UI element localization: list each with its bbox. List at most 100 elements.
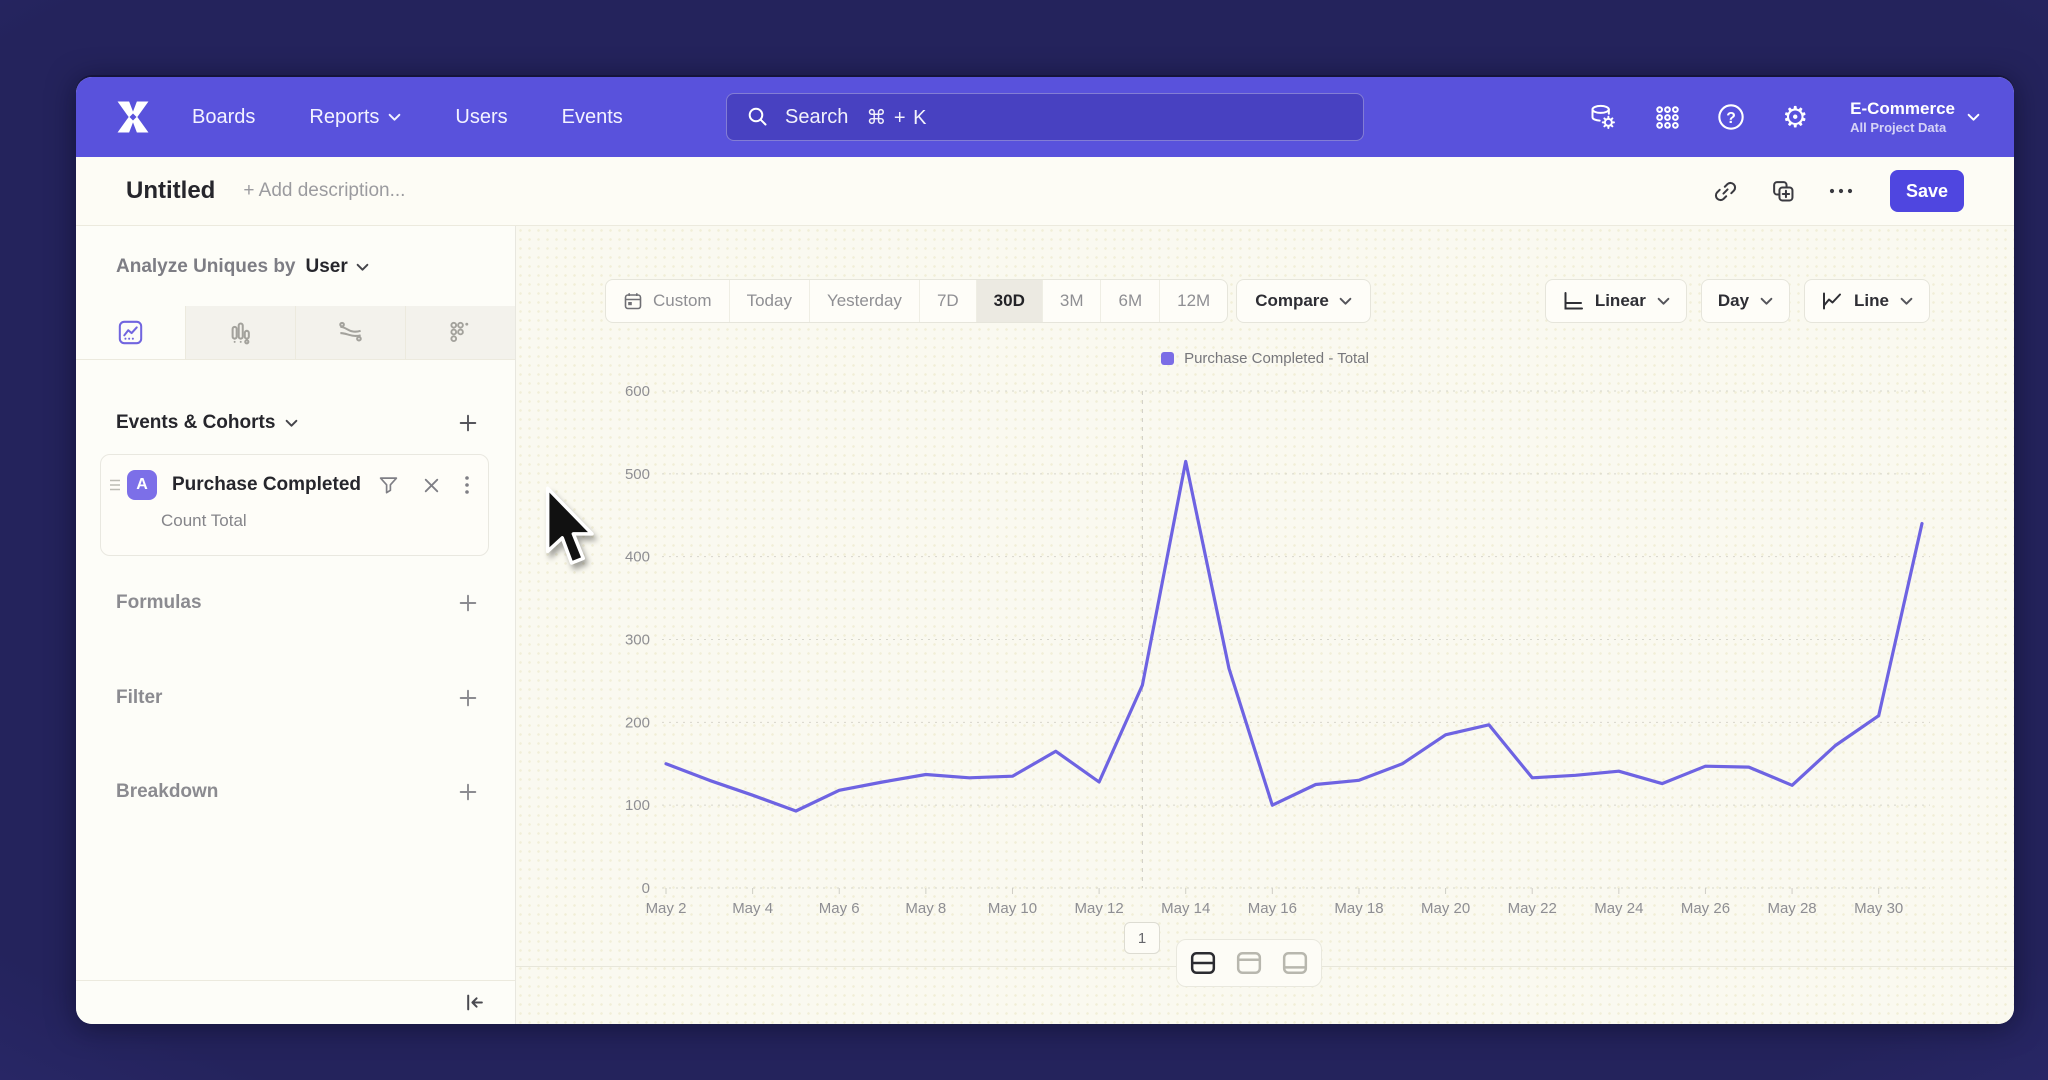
range-30d[interactable]: 30D <box>977 280 1043 322</box>
nav-item-users[interactable]: Users <box>455 106 507 129</box>
svg-text:May 4: May 4 <box>732 900 773 917</box>
nav-item-boards[interactable]: Boards <box>192 106 255 129</box>
nav-item-events[interactable]: Events <box>562 106 623 129</box>
svg-text:May 28: May 28 <box>1767 900 1816 917</box>
range-label: 12M <box>1177 291 1210 311</box>
add-event-button[interactable] <box>459 414 477 432</box>
add-breakdown-button[interactable] <box>459 783 477 801</box>
range-custom[interactable]: Custom <box>606 280 730 322</box>
more-options-icon[interactable] <box>1828 178 1854 204</box>
search-icon <box>747 106 769 128</box>
line-chart-svg: 0100200300400500600May 2May 4May 6May 8M… <box>516 381 2014 926</box>
chart-legend[interactable]: Purchase Completed - Total <box>516 350 2014 367</box>
help-icon[interactable]: ? <box>1716 102 1746 132</box>
layout-top-bar-button[interactable] <box>1228 943 1270 983</box>
analyze-label: Analyze Uniques by <box>116 256 296 278</box>
search-input[interactable]: Search ⌘ + K <box>726 93 1364 141</box>
range-12m[interactable]: 12M <box>1160 280 1227 322</box>
project-name: E-Commerce <box>1850 98 1955 119</box>
project-selector[interactable]: E-Commerce All Project Data <box>1850 98 1980 136</box>
tab-bar-chart[interactable] <box>186 306 296 359</box>
line-type-icon <box>1821 290 1843 312</box>
scale-dropdown[interactable]: Linear <box>1545 279 1687 323</box>
svg-text:May 8: May 8 <box>905 900 946 917</box>
scale-label: Linear <box>1595 291 1646 311</box>
svg-text:May 16: May 16 <box>1248 900 1297 917</box>
svg-text:May 12: May 12 <box>1075 900 1124 917</box>
nav-item-label: Boards <box>192 106 255 129</box>
event-metric[interactable]: Count Total <box>161 511 470 531</box>
nav-item-label: Events <box>562 106 623 129</box>
flow-tab-icon <box>337 319 364 346</box>
kebab-menu-icon[interactable] <box>464 475 470 495</box>
events-cohorts-toggle[interactable]: Events & Cohorts <box>116 412 298 434</box>
svg-text:May 30: May 30 <box>1854 900 1903 917</box>
drag-handle-icon[interactable] <box>109 478 121 492</box>
svg-text:May 18: May 18 <box>1334 900 1383 917</box>
mouse-cursor <box>541 486 601 570</box>
section-formulas: Formulas <box>116 588 477 618</box>
chevron-down-icon <box>1657 297 1670 306</box>
range-yesterday[interactable]: Yesterday <box>810 280 920 322</box>
range-7d[interactable]: 7D <box>920 280 977 322</box>
top-nav: Boards Reports Users Events Search ⌘ + K <box>76 77 2014 157</box>
mixpanel-logo-icon[interactable] <box>110 97 156 137</box>
range-label: 6M <box>1118 291 1142 311</box>
settings-gear-icon[interactable]: ⚙ <box>1780 102 1810 132</box>
chart-type-tabs <box>76 306 515 360</box>
report-header: Untitled + Add description... Sa <box>76 157 2014 226</box>
collapse-sidebar-icon[interactable] <box>464 993 485 1012</box>
chevron-down-icon <box>1967 113 1980 122</box>
add-formula-button[interactable] <box>459 594 477 612</box>
data-management-icon[interactable] <box>1588 102 1618 132</box>
layout-bottom-bar-button[interactable] <box>1274 943 1316 983</box>
help-mark: ? <box>1726 110 1736 127</box>
interval-dropdown[interactable]: Day <box>1701 279 1790 323</box>
event-card-purchase-completed[interactable]: A Purchase Completed Count Total <box>100 454 489 556</box>
range-6m[interactable]: 6M <box>1101 280 1160 322</box>
tab-scatter-chart[interactable] <box>406 306 515 359</box>
chart-panel: Custom Today Yesterday 7D 30D 3M 6M 12M … <box>516 226 2014 1024</box>
tab-flow-chart[interactable] <box>296 306 406 359</box>
nav-item-reports[interactable]: Reports <box>309 106 401 129</box>
svg-text:500: 500 <box>625 466 650 483</box>
range-3m[interactable]: 3M <box>1043 280 1102 322</box>
event-name[interactable]: Purchase Completed <box>172 474 361 496</box>
svg-text:May 24: May 24 <box>1594 900 1643 917</box>
svg-text:May 20: May 20 <box>1421 900 1470 917</box>
compare-label: Compare <box>1255 291 1329 311</box>
chevron-down-icon <box>1339 297 1352 306</box>
analyze-entity-value: User <box>306 256 348 278</box>
legend-swatch <box>1161 352 1174 365</box>
range-label: 3M <box>1060 291 1084 311</box>
apps-grid-icon[interactable] <box>1652 102 1682 132</box>
svg-text:200: 200 <box>625 714 650 731</box>
duplicate-icon[interactable] <box>1770 178 1796 204</box>
search-shortcut: ⌘ + K <box>866 105 927 130</box>
range-today[interactable]: Today <box>730 280 810 322</box>
add-filter-button[interactable] <box>459 689 477 707</box>
sidebar-footer <box>76 980 515 1024</box>
analyze-uniques-row: Analyze Uniques by User <box>116 256 369 278</box>
report-title[interactable]: Untitled <box>126 177 215 205</box>
chart-type-dropdown[interactable]: Line <box>1804 279 1930 323</box>
section-breakdown: Breakdown <box>116 777 477 807</box>
layout-split-horizontal-button[interactable] <box>1182 943 1224 983</box>
tab-line-chart[interactable] <box>76 306 186 359</box>
save-button[interactable]: Save <box>1890 170 1964 212</box>
remove-event-icon[interactable] <box>422 476 441 495</box>
chevron-down-icon <box>1760 297 1773 306</box>
nav-item-label: Reports <box>309 106 379 129</box>
chevron-down-icon <box>1900 297 1913 306</box>
events-cohorts-header: Events & Cohorts <box>116 412 477 434</box>
add-description-placeholder[interactable]: + Add description... <box>243 180 405 202</box>
filter-funnel-icon[interactable] <box>378 475 399 496</box>
copy-link-icon[interactable] <box>1712 178 1738 204</box>
chevron-down-icon <box>388 113 401 122</box>
compare-button[interactable]: Compare <box>1236 279 1371 323</box>
linear-scale-icon <box>1562 290 1584 312</box>
analyze-entity-dropdown[interactable]: User <box>306 256 369 278</box>
annotation-marker-1[interactable]: 1 <box>1124 922 1160 954</box>
svg-text:400: 400 <box>625 549 650 566</box>
interval-label: Day <box>1718 291 1749 311</box>
